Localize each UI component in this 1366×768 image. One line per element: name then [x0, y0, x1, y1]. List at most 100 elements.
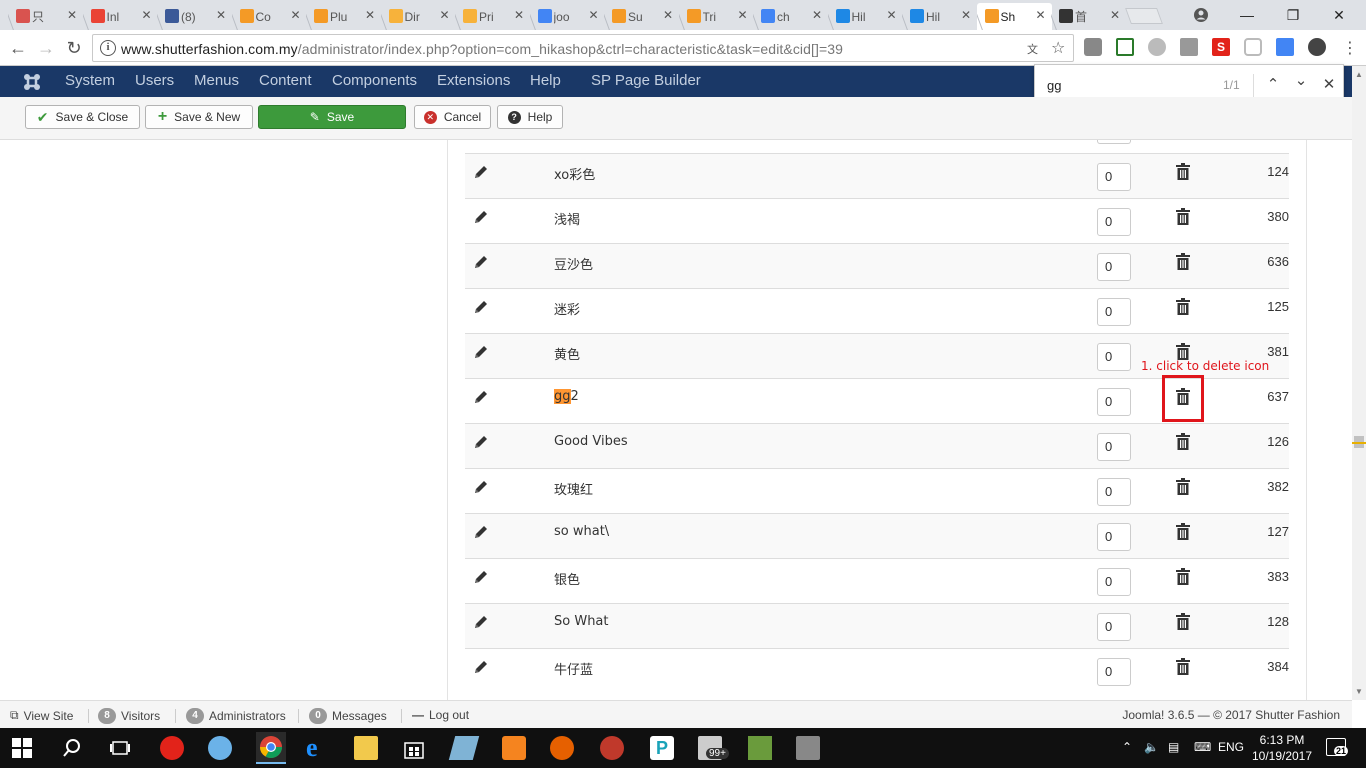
- site-info-icon[interactable]: i: [100, 40, 116, 56]
- ordering-input[interactable]: 0: [1097, 568, 1131, 596]
- trash-icon[interactable]: [1176, 163, 1190, 180]
- scroll-up-icon[interactable]: ▲: [1355, 70, 1363, 79]
- ordering-input[interactable]: 0: [1097, 388, 1131, 416]
- trash-icon[interactable]: [1176, 478, 1190, 495]
- messages-link[interactable]: 0 Messages: [309, 708, 387, 724]
- settings-extension-icon[interactable]: [1308, 38, 1326, 56]
- pencil-icon[interactable]: [473, 209, 489, 225]
- chrome-taskbar-icon[interactable]: [256, 732, 286, 764]
- save-button[interactable]: ✎ Save: [258, 105, 406, 129]
- p-app-icon[interactable]: P: [650, 736, 674, 760]
- find-next-button[interactable]: ⌄: [1291, 71, 1311, 93]
- view-site-link[interactable]: ⧉ View Site: [10, 708, 73, 723]
- xampp-icon[interactable]: [502, 736, 526, 760]
- reload-button[interactable]: ↻: [64, 38, 84, 58]
- ordering-input[interactable]: 0: [1097, 163, 1131, 191]
- trash-icon[interactable]: [1176, 253, 1190, 270]
- admin-menu-item[interactable]: SP Page Builder: [591, 72, 701, 89]
- new-tab-button[interactable]: [1125, 8, 1163, 24]
- firefox-icon[interactable]: [550, 736, 574, 760]
- store-icon[interactable]: [402, 736, 426, 760]
- browser-tab[interactable]: (8) ✕: [157, 3, 232, 30]
- ordering-input[interactable]: 0: [1097, 208, 1131, 236]
- visitors-link[interactable]: 8 Visitors: [98, 708, 160, 724]
- chrome-menu-icon[interactable]: ⋮: [1342, 38, 1358, 58]
- lock-app-icon[interactable]: [796, 736, 820, 760]
- app-red-icon[interactable]: [160, 736, 184, 760]
- ordering-input[interactable]: 0: [1097, 253, 1131, 281]
- ordering-input[interactable]: 0: [1097, 298, 1131, 326]
- blue-extension-icon[interactable]: [1276, 38, 1294, 56]
- admin-menu-item[interactable]: Extensions: [437, 72, 510, 89]
- joomla-logo-icon[interactable]: [22, 72, 42, 92]
- shield-extension-icon[interactable]: [1244, 38, 1262, 56]
- find-close-button[interactable]: ✕: [1319, 75, 1339, 97]
- trash-icon[interactable]: [1176, 298, 1190, 315]
- back-button[interactable]: ←: [8, 38, 28, 58]
- profile-icon[interactable]: [1178, 0, 1224, 30]
- tab-close-icon[interactable]: ✕: [1035, 8, 1045, 22]
- browser-tab[interactable]: 只 ✕: [8, 3, 83, 30]
- browser-tab[interactable]: Plu ✕: [306, 3, 381, 30]
- cancel-button[interactable]: ✕ Cancel: [414, 105, 491, 129]
- pencil-icon[interactable]: [473, 614, 489, 630]
- edge-icon[interactable]: e: [306, 735, 330, 761]
- s-extension-icon[interactable]: S: [1212, 38, 1230, 56]
- tab-close-icon[interactable]: ✕: [588, 8, 598, 22]
- browser-tab[interactable]: Dir ✕: [381, 3, 456, 30]
- clock[interactable]: 6:13 PM 10/19/2017: [1250, 732, 1314, 764]
- spreadsheet-icon[interactable]: [748, 736, 772, 760]
- pencil-icon[interactable]: [473, 479, 489, 495]
- volume-icon[interactable]: 🔈: [1144, 740, 1159, 754]
- tab-close-icon[interactable]: ✕: [290, 8, 300, 22]
- tab-close-icon[interactable]: ✕: [67, 8, 77, 22]
- trash-icon[interactable]: [1176, 343, 1190, 360]
- bookmark-star-icon[interactable]: ☆: [1051, 38, 1065, 58]
- admin-menu-item[interactable]: Users: [135, 72, 174, 89]
- scroll-down-icon[interactable]: ▼: [1355, 687, 1363, 696]
- trash-icon[interactable]: [1176, 208, 1190, 225]
- close-window-button[interactable]: ✕: [1316, 0, 1362, 30]
- tab-close-icon[interactable]: ✕: [439, 8, 449, 22]
- save-close-button[interactable]: ✔ Save & Close: [25, 105, 140, 129]
- admin-menu-item[interactable]: System: [65, 72, 115, 89]
- translate-icon[interactable]: 文: [1027, 41, 1038, 57]
- app-blue-icon[interactable]: [448, 736, 480, 760]
- browser-tab[interactable]: 首 ✕: [1051, 3, 1126, 30]
- tab-close-icon[interactable]: ✕: [812, 8, 822, 22]
- trash-icon[interactable]: [1176, 433, 1190, 450]
- paint-icon[interactable]: [208, 736, 232, 760]
- browser-tab[interactable]: Inl ✕: [83, 3, 158, 30]
- trash-icon[interactable]: [1176, 523, 1190, 540]
- app-download-icon[interactable]: [600, 736, 624, 760]
- pencil-icon[interactable]: [473, 344, 489, 360]
- trash-icon[interactable]: [1176, 658, 1190, 675]
- pencil-icon[interactable]: [473, 569, 489, 585]
- trash-icon[interactable]: [1176, 613, 1190, 630]
- ordering-input[interactable]: 0: [1097, 433, 1131, 461]
- tab-close-icon[interactable]: ✕: [1110, 8, 1120, 22]
- maximize-button[interactable]: ❐: [1270, 0, 1316, 30]
- browser-tab[interactable]: Sh ✕: [976, 3, 1052, 30]
- administrators-link[interactable]: 4 Administrators: [186, 708, 286, 724]
- trash-icon[interactable]: [1176, 568, 1190, 585]
- save-new-button[interactable]: + Save & New: [145, 105, 253, 129]
- page-scrollbar[interactable]: ▲ ▼: [1352, 66, 1366, 700]
- admin-menu-item[interactable]: Menus: [194, 72, 239, 89]
- show-hidden-icons[interactable]: ⌃: [1122, 740, 1132, 754]
- find-previous-button[interactable]: ⌃: [1263, 75, 1283, 97]
- browser-tab[interactable]: ch ✕: [753, 3, 828, 30]
- tab-close-icon[interactable]: ✕: [141, 8, 151, 22]
- drive-extension-icon[interactable]: [1148, 38, 1166, 56]
- tab-close-icon[interactable]: ✕: [961, 8, 971, 22]
- tab-close-icon[interactable]: ✕: [216, 8, 226, 22]
- browser-tab[interactable]: Hil ✕: [902, 3, 977, 30]
- pencil-icon[interactable]: [473, 299, 489, 315]
- logout-link[interactable]: — Log out: [412, 708, 469, 722]
- forward-button[interactable]: →: [36, 38, 56, 58]
- network-icon[interactable]: ▤: [1168, 740, 1179, 754]
- keyboard-icon[interactable]: ⌨: [1194, 740, 1211, 754]
- search-icon[interactable]: [60, 736, 84, 760]
- ordering-input[interactable]: 0: [1097, 478, 1131, 506]
- tab-close-icon[interactable]: ✕: [737, 8, 747, 22]
